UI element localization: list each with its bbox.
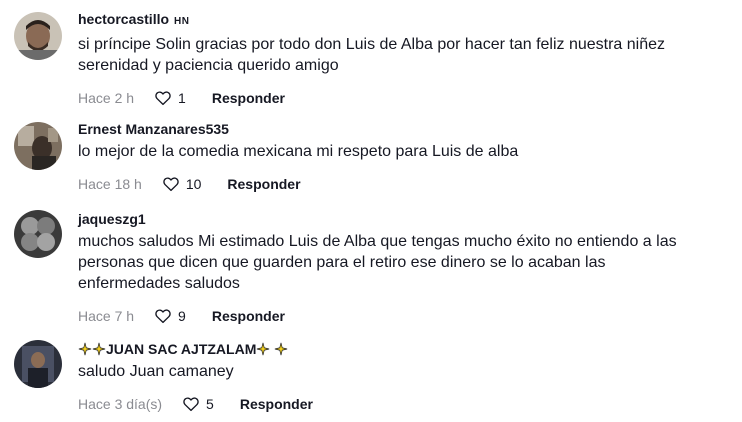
like-count: 9: [178, 308, 186, 324]
heart-icon[interactable]: [154, 307, 172, 325]
like-button[interactable]: 10: [162, 175, 202, 193]
comment-text: si príncipe Solin gracias por todo don L…: [78, 34, 722, 76]
country-badge: HN: [174, 16, 190, 27]
reply-button[interactable]: Responder: [212, 90, 285, 106]
reply-button[interactable]: Responder: [212, 308, 285, 324]
comment-meta: Hace 2 h 1 Responder: [78, 88, 722, 108]
comment-username[interactable]: JUAN SAC AJTZALAM: [78, 340, 722, 358]
reply-button[interactable]: Responder: [240, 396, 313, 412]
comment-text-line: si príncipe Solin gracias por todo don L…: [78, 36, 666, 53]
reply-button[interactable]: Responder: [227, 176, 300, 192]
avatar[interactable]: [14, 340, 62, 388]
like-button[interactable]: 1: [154, 89, 186, 107]
sparkle-icon: [256, 342, 270, 356]
like-count: 5: [206, 396, 214, 412]
sparkle-icon: [274, 342, 288, 356]
comment-text: saludo Juan camaney: [78, 361, 722, 382]
heart-icon[interactable]: [182, 395, 200, 413]
heart-icon[interactable]: [154, 89, 172, 107]
avatar[interactable]: [14, 12, 62, 60]
comment-text: lo mejor de la comedia mexicana mi respe…: [78, 141, 722, 162]
comment-meta: Hace 18 h 10 Responder: [78, 174, 722, 194]
username-text[interactable]: Ernest Manzanares535: [78, 121, 229, 137]
like-count: 1: [178, 90, 186, 106]
comment-text-line: serenidad y paciencia querido amigo: [78, 57, 339, 74]
comment-list: hectorcastillo HN si príncipe Solin graci…: [0, 0, 742, 422]
comment-timestamp: Hace 3 día(s): [78, 396, 163, 412]
like-count: 10: [185, 176, 202, 192]
comment-username[interactable]: jaqueszg1: [78, 210, 722, 228]
avatar[interactable]: [14, 210, 62, 258]
comment-text-line: lo mejor de la comedia mexicana mi respe…: [78, 143, 519, 160]
comment-timestamp: Hace 7 h: [78, 308, 135, 324]
comment-timestamp: Hace 18 h: [78, 176, 142, 192]
comment-text: muchos saludos Mi estimado Luis de Alba …: [78, 231, 722, 294]
avatar[interactable]: [14, 122, 62, 170]
comment-meta: Hace 7 h 9 Responder: [78, 306, 722, 326]
username-text[interactable]: hectorcastillo: [78, 11, 169, 27]
comment-text-line: saludo Juan camaney: [78, 363, 234, 380]
comment-timestamp: Hace 2 h: [78, 90, 135, 106]
comment-username[interactable]: hectorcastillo HN: [78, 10, 722, 31]
comment-text-line: personas que dicen que guarden para el r…: [78, 254, 606, 271]
heart-icon[interactable]: [162, 175, 180, 193]
comment-text-line: muchos saludos Mi estimado Luis de Alba …: [78, 233, 677, 250]
like-button[interactable]: 5: [182, 395, 214, 413]
sparkle-icon: [78, 342, 92, 356]
comment-meta: Hace 3 día(s) 5 Responder: [78, 394, 722, 414]
comment-text-line: enfermedades saludos: [78, 275, 240, 292]
username-text[interactable]: jaqueszg1: [78, 211, 146, 227]
like-button[interactable]: 9: [154, 307, 186, 325]
comment-username[interactable]: Ernest Manzanares535: [78, 120, 722, 138]
username-text[interactable]: JUAN SAC AJTZALAM: [106, 341, 256, 357]
sparkle-icon: [92, 342, 106, 356]
